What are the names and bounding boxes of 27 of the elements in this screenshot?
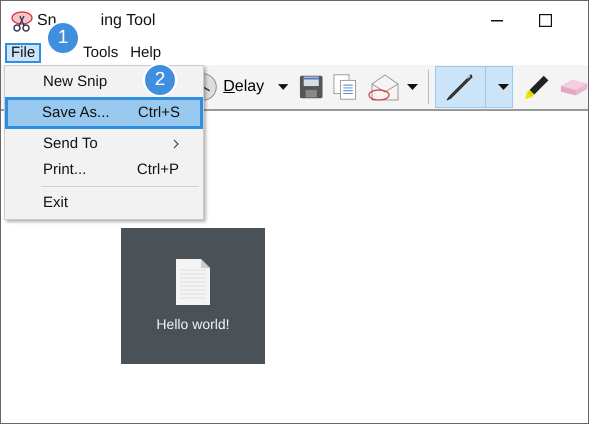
menu-item[interactable]: Tools (77, 42, 124, 62)
highlighter-icon[interactable] (523, 73, 550, 101)
menu-item[interactable]: Send To (43, 132, 98, 156)
pen-button[interactable] (435, 66, 514, 108)
caret-icon[interactable] (407, 84, 418, 90)
document-label: Hello world! (156, 314, 230, 334)
menu-item[interactable]: Print... (43, 158, 86, 182)
minimize-icon[interactable] (491, 20, 503, 22)
menu-item-label: Save As... (42, 102, 110, 123)
window-title: ing Tool (100, 10, 156, 30)
menu-item[interactable]: Help (124, 42, 168, 62)
envelope-icon[interactable] (367, 72, 400, 102)
caret-icon[interactable] (278, 84, 289, 90)
delay-button[interactable]: Delay (219, 66, 268, 108)
shortcut-label: Ctrl+S (138, 102, 180, 123)
document-icon (174, 258, 211, 306)
menu-item[interactable]: Exit (43, 192, 68, 214)
scissors-icon (11, 10, 35, 32)
copy-icon[interactable] (332, 73, 358, 101)
document-tile[interactable]: Hello world! (121, 228, 265, 364)
menu-item[interactable]: New Snip (43, 70, 108, 94)
menu-item[interactable]: File (5, 42, 42, 62)
caret-icon (498, 84, 510, 90)
menu-item[interactable]: Save As... Ctrl+S (5, 97, 203, 129)
pen-icon (445, 73, 474, 101)
maximize-icon[interactable] (539, 14, 552, 27)
shortcut-label: Ctrl+P (136, 160, 179, 180)
